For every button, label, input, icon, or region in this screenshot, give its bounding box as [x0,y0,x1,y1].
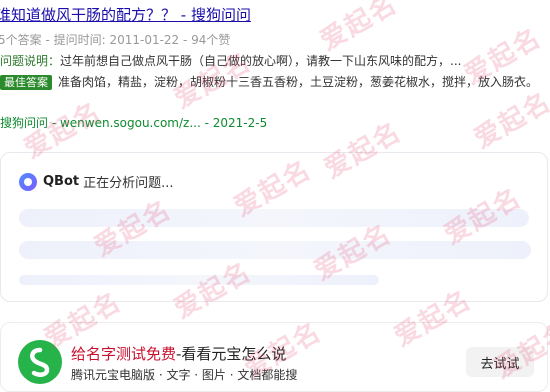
result-source-link[interactable]: 搜狗问问 - wenwen.sogou.com/z... - 2021-2-5 [0,114,267,131]
source-name: 搜狗问问 [0,116,49,130]
watermark-text: 爱起名 [315,0,404,57]
source-url: - wenwen.sogou.com/z... - 2021-2-5 [48,116,268,130]
loading-placeholder-line [19,241,531,259]
yuanbao-logo-icon [18,340,62,384]
result-title-link[interactable]: 谁知道做风干肠的配方？？ - 搜狗问问 [0,4,251,26]
question-description: 问题说明：过年前想自己做点风干肠（自己做的放心啊），请教一下山东风味的配方，..… [0,52,461,70]
qbot-status: 正在分析问题... [83,176,174,191]
ad-card[interactable]: 给名字测试免费-看看元宝怎么说 腾讯元宝电脑版 · 文字 · 图片 · 文档都能… [0,322,548,392]
qbot-header: QBot 正在分析问题... [19,172,174,191]
ad-title-rest: -看看元宝怎么说 [176,345,287,363]
qbot-name: QBot [43,174,80,189]
ad-title[interactable]: 给名字测试免费-看看元宝怎么说 [71,343,286,364]
best-answer: 最佳答案 准备肉馅，精盐，淀粉，胡椒粉十三香五香粉，土豆淀粉，葱姜花椒水，搅拌，放… [0,72,550,92]
qbot-card: QBot 正在分析问题... [0,152,548,302]
result-meta: 5个答案 - 提问时间: 2011-01-22 - 94个赞 [0,33,231,47]
loading-placeholder-line [19,275,379,285]
qbot-logo-icon [19,172,37,191]
watermark-text: 爱起名 [469,86,550,155]
best-answer-badge: 最佳答案 [0,75,52,90]
question-text: 过年前想自己做点风干肠（自己做的放心啊），请教一下山东风味的配方，... [60,54,462,68]
try-it-button[interactable]: 去试试 [466,347,534,377]
ad-title-highlight[interactable]: 给名字测试免费 [71,345,176,363]
loading-placeholder-line [19,209,529,227]
answer-text: 准备肉馅，精盐，淀粉，胡椒粉十三香五香粉，土豆淀粉，葱姜花椒水，搅拌，放入肠衣。 [58,75,539,89]
question-label: 问题说明： [0,54,61,68]
